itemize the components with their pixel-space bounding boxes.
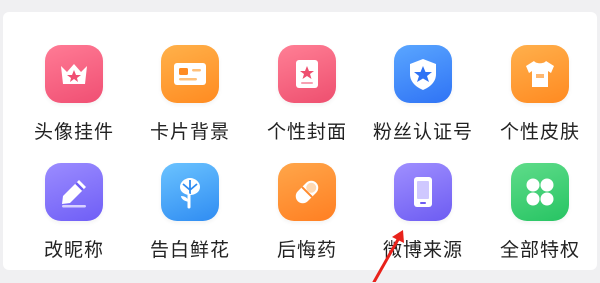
item-personal-cover[interactable]: 个性封面 xyxy=(252,45,362,165)
item-regret-pill[interactable]: 后悔药 xyxy=(252,163,362,283)
top-separator xyxy=(0,0,600,12)
item-label: 粉丝认证号 xyxy=(372,121,473,143)
tile-weibo-source xyxy=(394,163,452,221)
four-dots-icon xyxy=(523,175,557,209)
tshirt-icon xyxy=(522,58,558,90)
item-label: 个性皮肤 xyxy=(499,121,580,143)
tile-change-nickname xyxy=(45,163,103,221)
item-card-background[interactable]: 卡片背景 xyxy=(135,45,245,165)
phone-icon xyxy=(408,174,438,210)
tile-personal-skin xyxy=(511,45,569,103)
tile-card-background xyxy=(161,45,219,103)
item-all-privileges[interactable]: 全部特权 xyxy=(485,163,595,283)
item-label: 告白鲜花 xyxy=(149,239,230,261)
item-confession-flowers[interactable]: 告白鲜花 xyxy=(135,163,245,283)
item-label: 卡片背景 xyxy=(149,121,230,143)
tile-personal-cover xyxy=(278,45,336,103)
tile-avatar-pendant xyxy=(45,45,103,103)
item-label: 后悔药 xyxy=(276,239,337,261)
shield-star-icon xyxy=(406,56,440,92)
tile-confession-flowers xyxy=(161,163,219,221)
crown-frame-icon xyxy=(57,57,91,91)
item-label: 个性封面 xyxy=(266,121,347,143)
item-label: 头像挂件 xyxy=(33,121,114,143)
tile-fan-verified xyxy=(394,45,452,103)
tile-all-privileges xyxy=(511,163,569,221)
tile-regret-pill xyxy=(278,163,336,221)
star-book-icon xyxy=(291,57,323,91)
item-label: 改昵称 xyxy=(43,239,104,261)
bottom-separator xyxy=(0,270,600,282)
flower-icon xyxy=(173,174,207,210)
item-personal-skin[interactable]: 个性皮肤 xyxy=(485,45,595,165)
pencil-icon xyxy=(57,175,91,209)
item-avatar-pendant[interactable]: 头像挂件 xyxy=(19,45,129,165)
item-change-nickname[interactable]: 改昵称 xyxy=(19,163,129,283)
item-fan-verified[interactable]: 粉丝认证号 xyxy=(368,45,478,165)
annotation-arrow-icon xyxy=(372,230,404,282)
privilege-grid-panel: 头像挂件 卡片背景 个性封面 粉丝认证号 个性皮肤 改昵称 告白鲜花 后悔药 微… xyxy=(3,12,597,270)
capsule-icon xyxy=(289,174,325,210)
card-image-icon xyxy=(172,59,208,89)
item-label: 全部特权 xyxy=(499,239,580,261)
